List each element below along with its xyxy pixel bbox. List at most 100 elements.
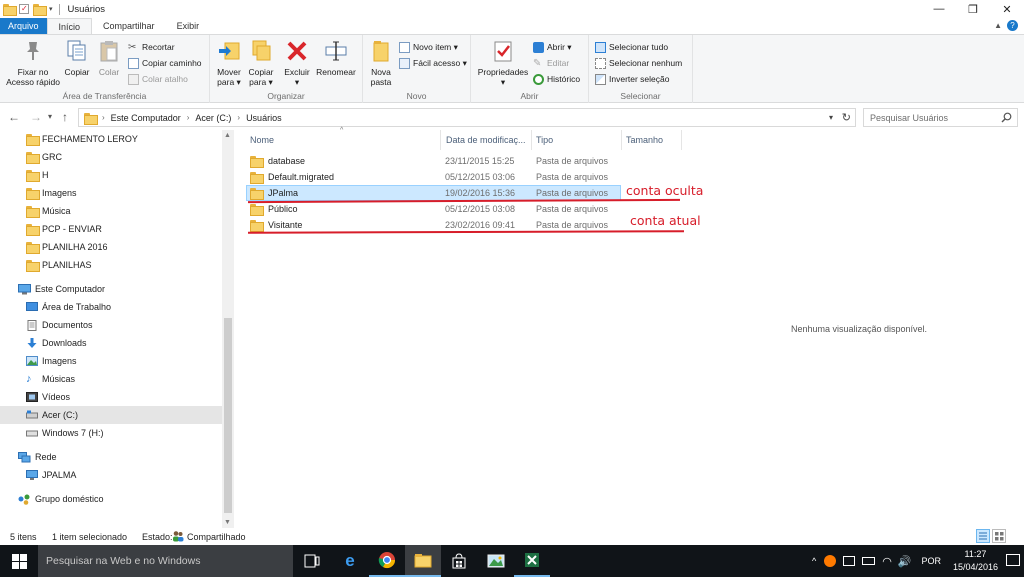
taskbar-clock[interactable]: 11:27 15/04/2016: [953, 548, 998, 574]
column-header-type[interactable]: Tipo: [536, 130, 621, 150]
nav-item-grc[interactable]: GRC: [0, 148, 62, 166]
nav-item-drive-h[interactable]: Windows 7 (H:): [0, 424, 104, 442]
customize-quick-access-icon[interactable]: ▾: [49, 5, 53, 13]
nav-item-pictures[interactable]: Imagens: [0, 352, 77, 370]
battery-icon[interactable]: [862, 557, 876, 565]
file-row-publico[interactable]: Público 05/12/2015 03:08 Pasta de arquiv…: [246, 201, 621, 217]
column-header-size[interactable]: Tamanho: [626, 130, 681, 150]
nav-item-music[interactable]: ♪ Músicas: [0, 370, 75, 388]
breadcrumb-chevron-icon[interactable]: ›: [187, 113, 190, 122]
taskbar-chrome[interactable]: [369, 545, 405, 577]
taskbar-excel[interactable]: [514, 545, 550, 577]
wifi-icon[interactable]: ◠: [882, 555, 892, 568]
nav-item-pcp-enviar[interactable]: PCP - ENVIAR: [0, 220, 102, 238]
network-tray-icon[interactable]: [843, 556, 856, 566]
copy-button[interactable]: Copiar: [62, 38, 92, 77]
back-arrow-icon[interactable]: ←: [8, 110, 20, 124]
copy-path-button[interactable]: Copiar caminho: [128, 56, 202, 70]
rename-button[interactable]: Renomear: [314, 38, 358, 77]
search-input[interactable]: Pesquisar Usuários: [863, 108, 1018, 127]
nav-item-fechamento-leroy[interactable]: FECHAMENTO LEROY: [0, 130, 138, 148]
address-dropdown-icon[interactable]: ▾: [829, 113, 833, 122]
show-hidden-icons-icon[interactable]: ^: [812, 556, 816, 566]
column-divider[interactable]: [531, 130, 532, 150]
address-bar[interactable]: › Este Computador › Acer (C:) › Usuários…: [78, 108, 856, 127]
breadcrumb-chevron-icon[interactable]: ›: [237, 113, 240, 122]
nav-item-desktop[interactable]: Área de Trabalho: [0, 298, 111, 316]
copy-to-button[interactable]: Copiar para ▾: [246, 38, 276, 87]
column-divider[interactable]: [621, 130, 622, 150]
collapse-ribbon-icon[interactable]: ▲: [994, 21, 1002, 30]
taskbar-store[interactable]: [441, 545, 477, 577]
nav-item-documents[interactable]: Documentos: [0, 316, 93, 334]
properties-button[interactable]: Propriedades ▾: [475, 38, 531, 87]
nav-item-network[interactable]: Rede: [0, 448, 57, 466]
nav-item-jpalma[interactable]: JPALMA: [0, 466, 76, 484]
new-folder-quick-icon[interactable]: [33, 4, 47, 16]
breadcrumb-usuarios[interactable]: Usuários: [246, 113, 282, 123]
nav-item-drive-c[interactable]: Acer (C:): [0, 406, 222, 424]
nav-item-planilhas[interactable]: PLANILHAS: [0, 256, 92, 274]
volume-icon[interactable]: 🔊: [898, 555, 912, 568]
breadcrumb-this-pc[interactable]: Este Computador: [111, 113, 181, 123]
avast-icon[interactable]: [824, 555, 837, 567]
refresh-icon[interactable]: ↻: [842, 111, 851, 124]
taskbar-search-input[interactable]: Pesquisar na Web e no Windows: [38, 545, 293, 577]
nav-item-homegroup[interactable]: Grupo doméstico: [0, 490, 104, 508]
recent-locations-icon[interactable]: ▾: [48, 112, 52, 121]
scroll-down-arrow-icon[interactable]: ▼: [224, 519, 231, 526]
properties-quick-icon[interactable]: ✓: [19, 4, 29, 14]
nav-item-downloads[interactable]: Downloads: [0, 334, 87, 352]
nav-item-this-pc[interactable]: Este Computador: [0, 280, 105, 298]
nav-item-videos[interactable]: Vídeos: [0, 388, 70, 406]
notifications-button[interactable]: [1006, 554, 1020, 566]
column-divider[interactable]: [440, 130, 441, 150]
nav-scrollbar-thumb[interactable]: [224, 318, 232, 513]
tab-inicio[interactable]: Início: [46, 18, 93, 34]
large-icons-view-button[interactable]: [992, 529, 1006, 543]
nav-scrollbar[interactable]: ▲ ▼: [222, 130, 234, 528]
forward-arrow-icon[interactable]: →: [30, 110, 42, 124]
open-button[interactable]: Abrir ▾: [533, 40, 572, 54]
paste-shortcut-button[interactable]: Colar atalho: [128, 72, 188, 86]
help-icon[interactable]: ?: [1007, 20, 1018, 31]
pin-quick-access-button[interactable]: Fixar no Acesso rápido: [4, 38, 62, 87]
history-button[interactable]: Histórico: [533, 72, 580, 86]
new-folder-button[interactable]: Nova pasta: [367, 38, 395, 87]
file-row-default-migrated[interactable]: Default.migrated 05/12/2015 03:06 Pasta …: [246, 169, 621, 185]
paste-button[interactable]: Colar: [94, 38, 124, 77]
breadcrumb-drive-c[interactable]: Acer (C:): [195, 113, 231, 123]
up-arrow-icon[interactable]: ↑: [62, 110, 68, 124]
tab-arquivo[interactable]: Arquivo: [0, 18, 47, 34]
select-none-button[interactable]: Selecionar nenhum: [595, 56, 682, 70]
start-button[interactable]: [0, 545, 38, 577]
nav-item-planilha-2016[interactable]: PLANILHA 2016: [0, 238, 108, 256]
cut-button[interactable]: ✂ Recortar: [128, 40, 175, 54]
language-indicator[interactable]: POR: [922, 556, 942, 566]
edit-button[interactable]: ✎ Editar: [533, 56, 569, 70]
scroll-up-arrow-icon[interactable]: ▲: [224, 132, 231, 139]
new-item-button[interactable]: Novo item ▾: [399, 40, 458, 54]
tab-exibir[interactable]: Exibir: [166, 18, 211, 34]
taskbar-file-explorer[interactable]: [405, 545, 441, 577]
taskbar-photos[interactable]: [478, 545, 514, 577]
move-to-button[interactable]: Mover para ▾: [214, 38, 244, 87]
breadcrumb-chevron-icon[interactable]: ›: [102, 113, 105, 122]
file-row-database[interactable]: database 23/11/2015 15:25 Pasta de arqui…: [246, 153, 621, 169]
nav-item-musica[interactable]: Música: [0, 202, 71, 220]
column-header-name[interactable]: Nome: [250, 130, 440, 150]
maximize-button[interactable]: ❐: [956, 0, 990, 18]
column-divider[interactable]: [681, 130, 682, 150]
delete-button[interactable]: Excluir ▾: [282, 38, 312, 87]
task-view-button[interactable]: [294, 545, 330, 577]
details-view-button[interactable]: [976, 529, 990, 543]
tab-compartilhar[interactable]: Compartilhar: [92, 18, 166, 34]
nav-item-imagens-quick[interactable]: Imagens: [0, 184, 77, 202]
nav-item-h[interactable]: H: [0, 166, 49, 184]
taskbar-edge[interactable]: e: [332, 545, 368, 577]
column-header-date[interactable]: Data de modificaç...: [446, 130, 531, 150]
select-all-button[interactable]: Selecionar tudo: [595, 40, 668, 54]
easy-access-button[interactable]: Fácil acesso ▾: [399, 56, 467, 70]
minimize-button[interactable]: —: [922, 0, 956, 18]
invert-selection-button[interactable]: Inverter seleção: [595, 72, 669, 86]
